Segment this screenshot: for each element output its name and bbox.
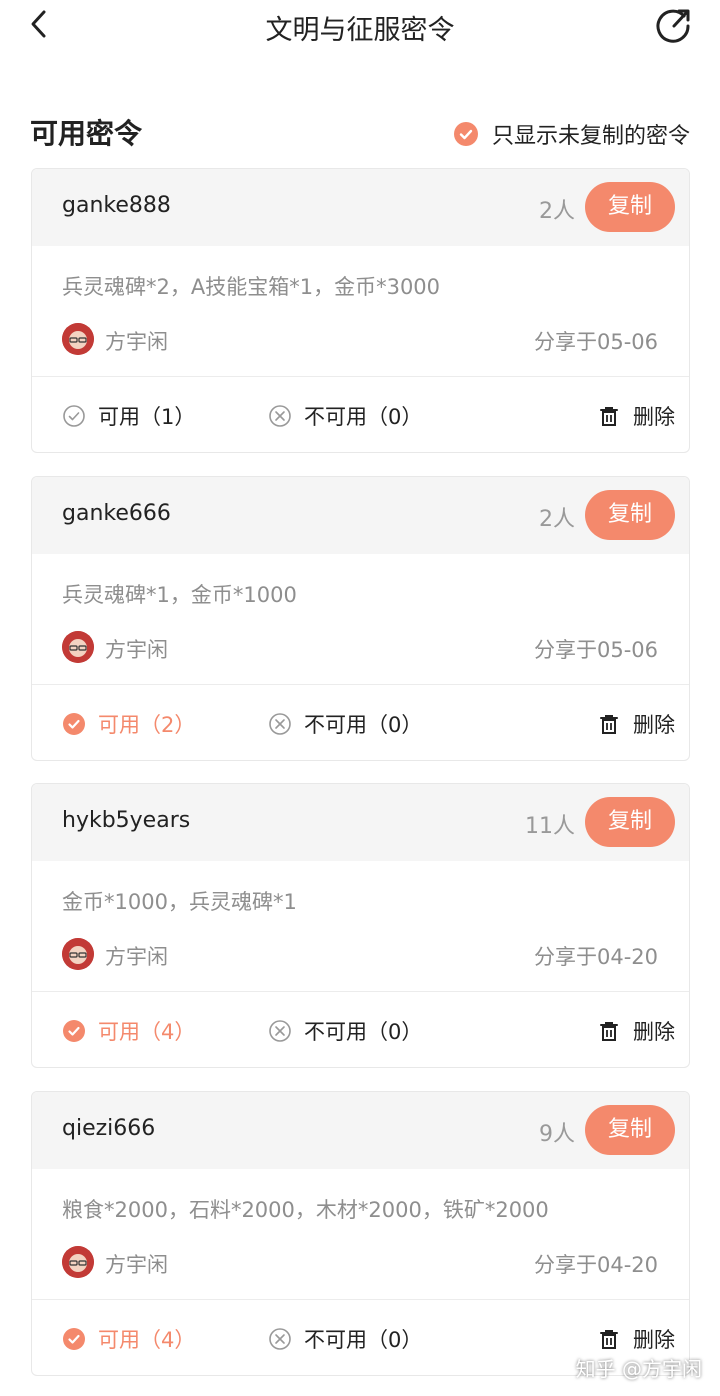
unclaimed-filter-toggle[interactable]: 只显示未复制的密令 — [453, 118, 690, 150]
copy-button[interactable]: 复制 — [585, 1105, 675, 1155]
usable-vote[interactable]: 可用（4） — [62, 1016, 195, 1046]
rewards-text: 金币*1000，兵灵魂碑*1 — [62, 890, 297, 914]
copy-button[interactable]: 复制 — [585, 490, 675, 540]
section-header: 可用密令 只显示未复制的密令 — [30, 110, 690, 154]
code-text: hykb5years — [62, 808, 191, 833]
trash-icon — [600, 715, 618, 734]
card-footer: 可用（4） 不可用（0） 删除 — [32, 992, 689, 1067]
copy-button[interactable]: 复制 — [585, 797, 675, 847]
top-bar: 文明与征服密令 — [0, 0, 720, 56]
unusable-label: 不可用（0） — [304, 1020, 423, 1044]
card-header: ganke666 2人 复制 — [32, 477, 689, 554]
card-header: hykb5years 11人 复制 — [32, 784, 689, 861]
rewards-text: 兵灵魂碑*2，A技能宝箱*1，金币*3000 — [62, 275, 441, 299]
shared-date: 分享于04-20 — [533, 945, 658, 969]
shared-date: 分享于04-20 — [533, 1253, 658, 1277]
unusable-vote[interactable]: 不可用（0） — [268, 1324, 422, 1354]
check-circle-filled-icon — [63, 1328, 85, 1350]
code-text: qiezi666 — [62, 1116, 156, 1141]
watermark: 知乎 @方宇闲 — [575, 1357, 702, 1381]
share-button[interactable] — [654, 4, 694, 44]
avatar — [62, 631, 94, 663]
card-header: ganke888 2人 复制 — [32, 169, 689, 246]
delete-label: 删除 — [633, 1020, 675, 1044]
filter-label: 只显示未复制的密令 — [491, 124, 690, 149]
share-icon — [656, 9, 690, 43]
delete-button[interactable]: 删除 — [597, 1016, 675, 1046]
copy-button[interactable]: 复制 — [585, 182, 675, 232]
x-circle-icon — [269, 405, 291, 427]
code-text: ganke666 — [62, 501, 171, 526]
card-header: qiezi666 9人 复制 — [32, 1092, 689, 1169]
unusable-vote[interactable]: 不可用（0） — [268, 1016, 422, 1046]
delete-button[interactable]: 删除 — [597, 401, 675, 431]
check-circle-filled-icon — [63, 1020, 85, 1042]
filter-check-icon — [453, 122, 478, 146]
unusable-label: 不可用（0） — [304, 405, 423, 429]
x-circle-icon — [269, 1328, 291, 1350]
rewards-text: 兵灵魂碑*1，金币*1000 — [62, 583, 297, 607]
user-count: 9人 — [539, 1122, 575, 1147]
unusable-label: 不可用（0） — [304, 713, 423, 737]
author-name[interactable]: 方宇闲 — [105, 1249, 168, 1279]
page-title: 文明与征服密令 — [265, 15, 455, 46]
unusable-label: 不可用（0） — [304, 1328, 423, 1352]
code-card: ganke888 2人 复制 兵灵魂碑*2，A技能宝箱*1，金币*3000 方宇… — [31, 168, 690, 453]
user-count: 11人 — [525, 814, 575, 839]
delete-button[interactable]: 删除 — [597, 1324, 675, 1354]
usable-label: 可用（4） — [98, 1020, 196, 1044]
usable-vote[interactable]: 可用（4） — [62, 1324, 195, 1354]
author-name[interactable]: 方宇闲 — [105, 326, 168, 356]
usable-label: 可用（2） — [98, 713, 196, 737]
avatar — [62, 323, 94, 355]
author-name[interactable]: 方宇闲 — [105, 941, 168, 971]
author-name[interactable]: 方宇闲 — [105, 634, 168, 664]
rewards-text: 粮食*2000，石料*2000，木材*2000，铁矿*2000 — [62, 1198, 549, 1222]
shared-date: 分享于05-06 — [533, 330, 658, 354]
x-circle-icon — [269, 713, 291, 735]
usable-label: 可用（4） — [98, 1328, 196, 1352]
trash-icon — [600, 1330, 618, 1349]
x-circle-icon — [269, 1020, 291, 1042]
user-count: 2人 — [539, 199, 575, 224]
delete-label: 删除 — [633, 1328, 675, 1352]
code-card: qiezi666 9人 复制 粮食*2000，石料*2000，木材*2000，铁… — [31, 1091, 690, 1376]
unusable-vote[interactable]: 不可用（0） — [268, 709, 422, 739]
shared-date: 分享于05-06 — [533, 638, 658, 662]
trash-icon — [600, 407, 618, 426]
delete-button[interactable]: 删除 — [597, 709, 675, 739]
code-card: hykb5years 11人 复制 金币*1000，兵灵魂碑*1 方宇闲 分享于… — [31, 783, 690, 1068]
card-footer: 可用（1） 不可用（0） 删除 — [32, 377, 689, 452]
avatar — [62, 1246, 94, 1278]
avatar — [62, 938, 94, 970]
code-card: ganke666 2人 复制 兵灵魂碑*1，金币*1000 方宇闲 分享于05-… — [31, 476, 690, 761]
user-count: 2人 — [539, 507, 575, 532]
code-text: ganke888 — [62, 193, 171, 218]
check-circle-filled-icon — [63, 713, 85, 735]
unusable-vote[interactable]: 不可用（0） — [268, 401, 422, 431]
delete-label: 删除 — [633, 713, 675, 737]
card-footer: 可用（2） 不可用（0） 删除 — [32, 685, 689, 760]
usable-label: 可用（1） — [98, 405, 196, 429]
check-circle-icon — [63, 405, 85, 427]
section-title: 可用密令 — [30, 117, 143, 150]
trash-icon — [600, 1022, 618, 1041]
usable-vote[interactable]: 可用（2） — [62, 709, 195, 739]
usable-vote[interactable]: 可用（1） — [62, 401, 195, 431]
delete-label: 删除 — [633, 405, 675, 429]
